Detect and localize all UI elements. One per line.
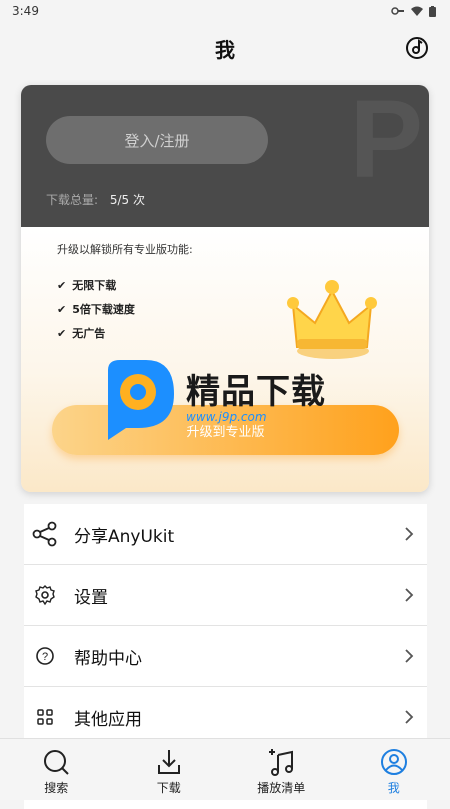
battery-icon (429, 6, 436, 17)
wifi-icon (411, 6, 423, 16)
upgrade-pro-button[interactable]: 升级到专业版 (52, 405, 399, 455)
search-icon (41, 747, 71, 777)
account-card: P 登入/注册 下载总量: 5/5 次 升级以解锁所有专业版功能: ✔ 无限下载… (21, 85, 429, 492)
background-letter: P (350, 85, 423, 195)
chevron-right-icon (403, 709, 415, 725)
playlist-icon (266, 747, 296, 777)
menu-item-label: 分享AnyUkit (74, 522, 174, 547)
feature-label: 5倍下载速度 (72, 301, 135, 317)
vpn-key-icon (391, 6, 405, 16)
gear-icon (32, 582, 58, 608)
help-icon: ? (32, 643, 58, 669)
apps-grid-icon (32, 704, 58, 730)
menu-item-help[interactable]: ? 帮助中心 (24, 626, 427, 687)
menu-item-settings[interactable]: 设置 (24, 565, 427, 626)
check-icon: ✔ (57, 303, 66, 316)
promo-title: 升级以解锁所有专业版功能: (57, 241, 193, 257)
tab-label: 搜索 (44, 779, 68, 796)
profile-icon (379, 747, 409, 777)
chevron-right-icon (403, 648, 415, 664)
download-icon (154, 747, 184, 777)
tab-playlist[interactable]: 播放清单 (225, 739, 338, 800)
login-register-button[interactable]: 登入/注册 (46, 116, 268, 164)
chevron-right-icon (403, 526, 415, 542)
menu-item-label: 帮助中心 (74, 644, 142, 669)
feature-label: 无广告 (72, 325, 105, 341)
chevron-right-icon (403, 587, 415, 603)
bottom-tab-bar: 搜索 下载 播放清单 我 (0, 738, 450, 800)
check-icon: ✔ (57, 279, 66, 292)
tab-me[interactable]: 我 (338, 739, 450, 800)
feature-item: ✔ 5倍下载速度 (57, 301, 135, 317)
page-header: 我 (0, 22, 450, 74)
feature-label: 无限下载 (72, 277, 116, 293)
status-bar: 3:49 (0, 0, 450, 22)
share-icon (32, 521, 58, 547)
tab-download[interactable]: 下载 (113, 739, 226, 800)
tab-label: 下载 (157, 779, 181, 796)
tab-label: 我 (388, 779, 400, 796)
download-total-value: 5/5 次 (110, 193, 145, 207)
download-total-label: 下载总量: (46, 193, 98, 207)
download-total: 下载总量: 5/5 次 (46, 191, 145, 208)
page-title: 我 (215, 34, 235, 63)
account-section: P 登入/注册 下载总量: 5/5 次 (21, 85, 429, 227)
status-time: 3:49 (12, 4, 39, 18)
menu-item-label: 设置 (74, 583, 108, 608)
svg-text:?: ? (42, 651, 48, 663)
crown-icon (287, 277, 377, 363)
menu-item-label: 其他应用 (74, 705, 142, 730)
tab-search[interactable]: 搜索 (0, 739, 113, 800)
pro-promo-section: 升级以解锁所有专业版功能: ✔ 无限下载 ✔ 5倍下载速度 ✔ 无广告 升级到专… (21, 227, 429, 492)
menu-item-share[interactable]: 分享AnyUkit (24, 504, 427, 565)
check-icon: ✔ (57, 327, 66, 340)
feature-item: ✔ 无广告 (57, 325, 105, 341)
tab-label: 播放清单 (257, 779, 305, 796)
feature-item: ✔ 无限下载 (57, 277, 116, 293)
music-disc-icon[interactable] (404, 35, 430, 61)
